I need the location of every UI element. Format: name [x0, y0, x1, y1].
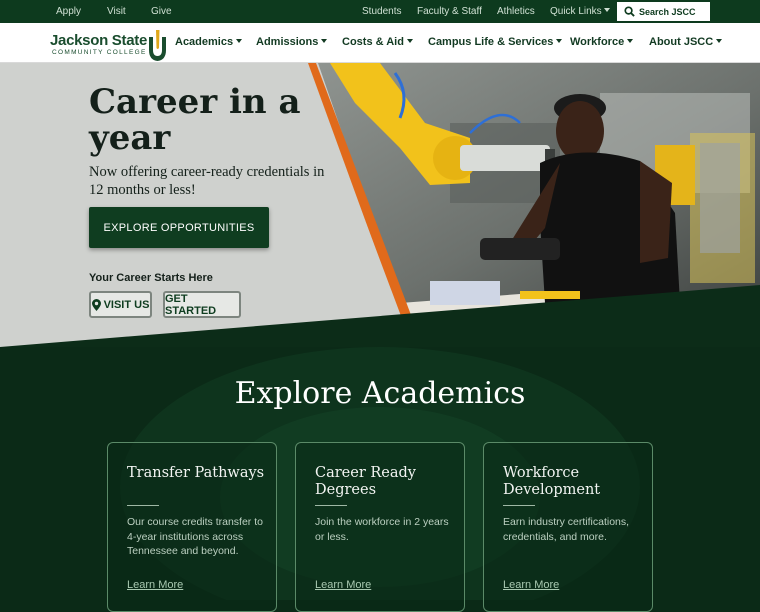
give-link[interactable]: Give — [151, 6, 172, 17]
card-divider — [503, 505, 535, 506]
faculty-staff-link[interactable]: Faculty & Staff — [417, 6, 482, 17]
nav-about[interactable]: About JSCC — [649, 36, 723, 48]
explore-academics-heading: Explore Academics — [234, 376, 526, 411]
nav-about-label: About JSCC — [649, 36, 714, 48]
students-link[interactable]: Students — [362, 6, 401, 17]
chevron-down-icon — [716, 39, 723, 43]
chevron-down-icon — [406, 39, 413, 43]
card-title: Career Ready Degrees — [315, 465, 416, 498]
chevron-down-icon — [556, 39, 563, 43]
visit-us-label: Visit Us — [103, 298, 150, 311]
logo-title: Jackson State — [50, 32, 147, 49]
search-icon — [624, 6, 635, 17]
chevron-down-icon — [236, 39, 243, 43]
card-divider — [315, 505, 347, 506]
map-pin-icon — [91, 298, 101, 311]
card-transfer-pathways: Transfer Pathways Our course credits tra… — [107, 442, 277, 612]
card-career-ready-degrees: Career Ready Degrees Join the workforce … — [295, 442, 465, 612]
explore-opportunities-button[interactable]: Explore Opportunities — [89, 207, 269, 248]
card-workforce-development: Workforce Development Earn industry cert… — [483, 442, 653, 612]
logo-subtitle: COMMUNITY COLLEGE — [52, 49, 147, 56]
nav-admissions-label: Admissions — [256, 36, 319, 48]
visit-link[interactable]: Visit — [107, 6, 126, 17]
chevron-down-icon — [321, 39, 328, 43]
hero-subtitle: Now offering career-ready credentials in… — [89, 164, 325, 198]
search-button[interactable]: Search JSCC — [617, 2, 710, 21]
card-description: Join the workforce in 2 years or less. — [315, 516, 449, 543]
nav-costs-aid[interactable]: Costs & Aid — [342, 36, 413, 48]
utility-bar: Apply Visit Give Students Faculty & Staf… — [0, 0, 760, 23]
nav-academics[interactable]: Academics — [175, 36, 243, 48]
nav-campus-life[interactable]: Campus Life & Services — [428, 36, 563, 48]
visit-us-button[interactable]: Visit Us — [89, 291, 152, 318]
nav-campus-life-label: Campus Life & Services — [428, 36, 554, 48]
nav-costs-aid-label: Costs & Aid — [342, 36, 404, 48]
learn-more-link[interactable]: Learn More — [315, 579, 371, 591]
hero-title: Career in a year — [89, 82, 301, 158]
card-description: Earn industry certifications, credential… — [503, 516, 630, 543]
apply-link[interactable]: Apply — [56, 6, 81, 17]
logo-mark-icon — [149, 30, 166, 61]
career-starts-label: Your Career Starts Here — [89, 272, 213, 284]
athletics-link[interactable]: Athletics — [497, 6, 535, 17]
learn-more-link[interactable]: Learn More — [127, 579, 183, 591]
nav-admissions[interactable]: Admissions — [256, 36, 328, 48]
learn-more-link[interactable]: Learn More — [503, 579, 559, 591]
get-started-label: Get Started — [165, 292, 217, 317]
college-logo[interactable]: Jackson State COMMUNITY COLLEGE — [50, 29, 168, 61]
get-started-button[interactable]: Get Started — [163, 291, 241, 318]
card-description: Our course credits transfer to 4-year in… — [127, 516, 263, 557]
card-title: Workforce Development — [503, 465, 601, 498]
nav-academics-label: Academics — [175, 36, 234, 48]
chevron-down-icon — [604, 8, 611, 12]
nav-workforce-label: Workforce — [570, 36, 625, 48]
search-label: Search JSCC — [639, 6, 696, 17]
card-divider — [127, 505, 159, 506]
card-title: Transfer Pathways — [127, 465, 265, 481]
main-nav: Jackson State COMMUNITY COLLEGE Academic… — [0, 23, 760, 63]
nav-workforce[interactable]: Workforce — [570, 36, 634, 48]
quick-links-dropdown[interactable]: Quick Links — [550, 6, 611, 17]
quick-links-label: Quick Links — [550, 6, 602, 17]
chevron-down-icon — [627, 39, 634, 43]
